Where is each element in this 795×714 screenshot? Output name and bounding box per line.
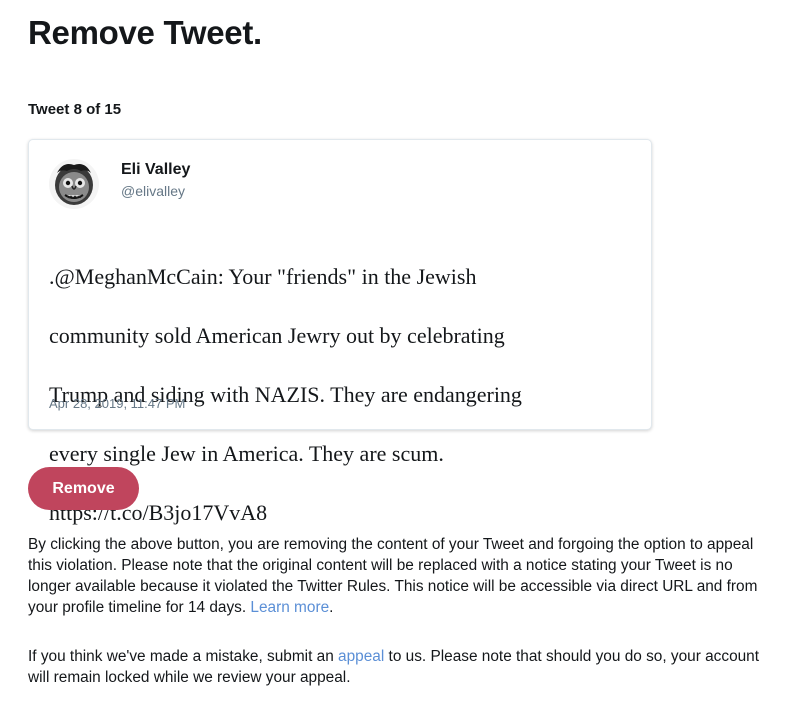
learn-more-link[interactable]: Learn more — [250, 599, 329, 616]
appeal-notice-text: If you think we've made a mistake, submi… — [28, 646, 768, 688]
tweet-card: Eli Valley @elivalley .@MeghanMcCain: Yo… — [28, 139, 652, 525]
removal-notice-period: . — [329, 599, 334, 616]
tweet-text-line: community sold American Jewry out by cel… — [49, 322, 505, 348]
tweet-counter: Tweet 8 of 15 — [28, 101, 122, 118]
page-title: Remove Tweet. — [28, 14, 262, 51]
removal-notice-text: By clicking the above button, you are re… — [28, 534, 768, 618]
author-handle: @elivalley — [121, 183, 186, 199]
user-avatar-icon — [49, 159, 99, 209]
author-name: Eli Valley — [121, 161, 191, 178]
tweet-text-line: every single Jew in America. They are sc… — [49, 440, 444, 466]
tweet-timestamp: Apr 28, 2019, 11:47 PM — [49, 396, 186, 411]
appeal-notice-before: If you think we've made a mistake, submi… — [28, 648, 334, 665]
appeal-link[interactable]: appeal — [338, 648, 384, 665]
tweet-text: .@MeghanMcCain: Your "friends" in the Je… — [49, 232, 609, 557]
avatar — [49, 159, 99, 209]
tweet-text-line: .@MeghanMcCain: Your "friends" in the Je… — [49, 263, 477, 289]
removal-notice-body: By clicking the above button, you are re… — [28, 536, 758, 616]
remove-button[interactable]: Remove — [28, 467, 139, 510]
